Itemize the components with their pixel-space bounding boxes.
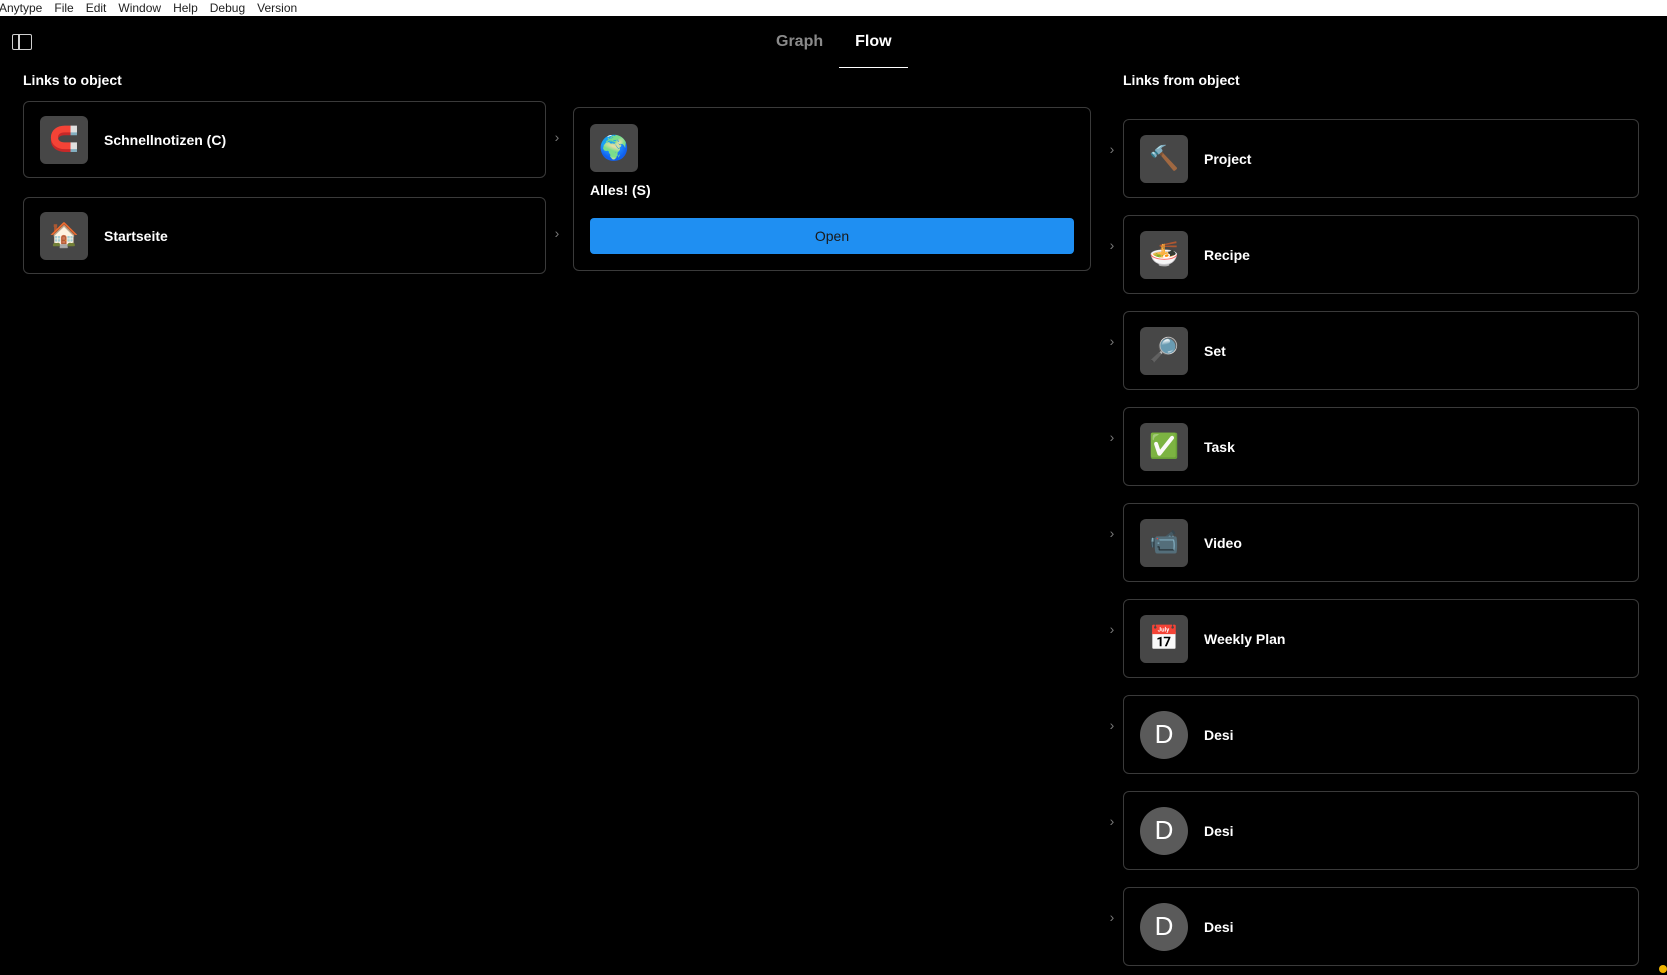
chevron-right-icon: › — [1109, 237, 1115, 253]
tab-graph[interactable]: Graph — [760, 16, 839, 68]
magnifier-icon: 🔎 — [1140, 326, 1188, 375]
avatar-initial-icon: D — [1140, 902, 1188, 951]
current-object-title: Alles! (S) — [590, 182, 651, 198]
chevron-right-icon: › — [554, 225, 560, 241]
hammer-icon: 🔨 — [1140, 134, 1188, 183]
chevron-right-icon: › — [1109, 621, 1115, 637]
link-from-label: Recipe — [1204, 246, 1250, 263]
chevron-right-icon: › — [1109, 909, 1115, 925]
magnet-icon: 🧲 — [40, 115, 88, 164]
chevron-right-icon: › — [1109, 813, 1115, 829]
avatar-initial-icon: D — [1140, 710, 1188, 759]
link-from-label: Task — [1204, 438, 1235, 455]
bowl-icon: 🍜 — [1140, 230, 1188, 279]
notification-dot-icon — [1659, 965, 1667, 973]
link-from-label: Video — [1204, 534, 1242, 551]
link-from-card-set[interactable]: 🔎 Set — [1123, 311, 1639, 390]
link-from-card-desi[interactable]: D Desi — [1123, 791, 1639, 870]
link-from-label: Desi — [1204, 918, 1234, 935]
menu-file[interactable]: File — [54, 0, 73, 16]
video-camera-icon: 📹 — [1140, 518, 1188, 567]
current-object-card: 🌍 Alles! (S) Open — [573, 107, 1091, 271]
link-to-card-schnellnotizen[interactable]: 🧲 Schnellnotizen (C) — [23, 101, 546, 178]
chevron-right-icon: › — [1109, 525, 1115, 541]
link-from-label: Weekly Plan — [1204, 630, 1286, 647]
link-from-label: Set — [1204, 342, 1226, 359]
avatar-initial-icon: D — [1140, 806, 1188, 855]
globe-icon: 🌍 — [590, 124, 638, 172]
link-from-card-weekly-plan[interactable]: 📅 Weekly Plan — [1123, 599, 1639, 678]
open-button[interactable]: Open — [590, 218, 1074, 254]
menu-help[interactable]: Help — [173, 0, 198, 16]
chevron-right-icon: › — [1109, 429, 1115, 445]
sidebar-toggle-icon[interactable] — [12, 34, 32, 50]
menu-version[interactable]: Version — [257, 0, 297, 16]
links-to-title: Links to object — [23, 72, 122, 88]
checkbox-icon: ✅ — [1140, 422, 1188, 471]
link-to-card-startseite[interactable]: 🏠 Startseite — [23, 197, 546, 274]
links-from-title: Links from object — [1123, 72, 1240, 88]
view-tabs: Graph Flow — [760, 16, 909, 68]
menu-edit[interactable]: Edit — [86, 0, 107, 16]
chevron-right-icon: › — [1109, 141, 1115, 157]
calendar-icon: 📅 — [1140, 614, 1188, 663]
menu-debug[interactable]: Debug — [210, 0, 245, 16]
menu-app-anytype[interactable]: Anytype — [0, 0, 42, 16]
link-from-label: Project — [1204, 150, 1252, 167]
tab-flow[interactable]: Flow — [839, 16, 909, 68]
menu-bar: Anytype File Edit Window Help Debug Vers… — [0, 0, 1667, 16]
link-from-card-project[interactable]: 🔨 Project — [1123, 119, 1639, 198]
house-icon: 🏠 — [40, 211, 88, 260]
chevron-right-icon: › — [554, 129, 560, 145]
link-from-card-video[interactable]: 📹 Video — [1123, 503, 1639, 582]
link-from-card-task[interactable]: ✅ Task — [1123, 407, 1639, 486]
chevron-right-icon: › — [1109, 333, 1115, 349]
link-from-label: Desi — [1204, 822, 1234, 839]
chevron-right-icon: › — [1109, 717, 1115, 733]
link-from-card-desi[interactable]: D Desi — [1123, 887, 1639, 966]
link-from-card-recipe[interactable]: 🍜 Recipe — [1123, 215, 1639, 294]
app-window: Graph Flow Links to object 🧲 Schnellnoti… — [0, 16, 1667, 975]
link-from-label: Desi — [1204, 726, 1234, 743]
menu-window[interactable]: Window — [118, 0, 161, 16]
link-to-label: Startseite — [104, 227, 168, 244]
link-to-label: Schnellnotizen (C) — [104, 131, 227, 148]
link-from-card-desi[interactable]: D Desi — [1123, 695, 1639, 774]
